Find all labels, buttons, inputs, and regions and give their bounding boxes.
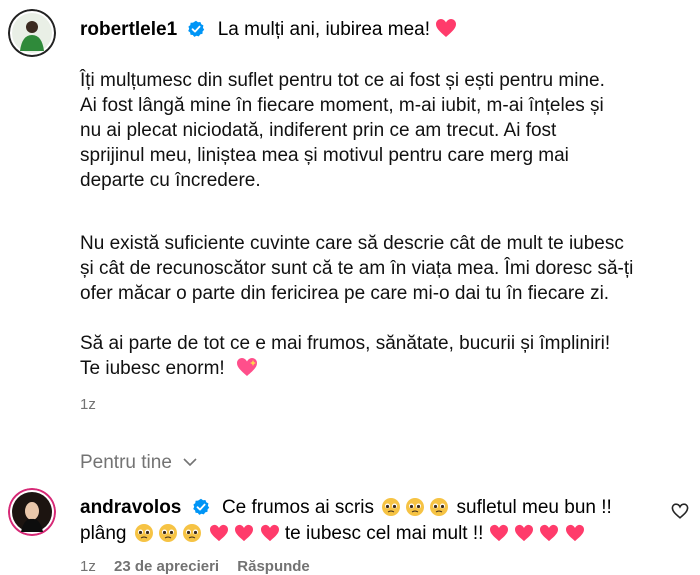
comment-username[interactable]: andravolos [80, 497, 181, 518]
heart-outline-icon[interactable] [671, 503, 689, 524]
post-username[interactable]: robertlele1 [80, 19, 177, 40]
caption-line-last: Te iubesc enorm! [80, 356, 610, 384]
post-timestamp: 1z [80, 396, 96, 413]
pleading-face-icon [381, 497, 401, 524]
caption-paragraph-2: Nu există suficiente cuvinte care să des… [80, 231, 633, 306]
red-heart-icon [234, 524, 254, 549]
comment-meta-row: 1z 23 de aprecieri Răspunde [80, 558, 324, 575]
caption-line: nu ai plecat niciodată, indiferent prin … [80, 120, 557, 141]
comment-likes-count[interactable]: 23 de aprecieri [114, 558, 219, 575]
red-heart-icon [435, 18, 457, 45]
pleading-face-icon [405, 497, 425, 524]
red-heart-icon [260, 524, 280, 549]
red-heart-icon [565, 524, 585, 549]
caption-closing-text: Te iubesc enorm! [80, 358, 225, 379]
caption-paragraph-1: Îți mulțumesc din suflet pentru tot ce a… [80, 68, 605, 193]
comment-text-line-1: andravolos Ce frumos ai scris sufletul m… [80, 495, 612, 524]
comment-text-line-2: plâng te iubesc cel mai mult !! [80, 521, 585, 550]
caption-line: Să ai parte de tot ce e mai frumos, sănă… [80, 333, 611, 354]
comment-author-avatar[interactable] [8, 488, 56, 536]
red-heart-icon [489, 524, 509, 549]
pleading-face-icon [429, 497, 449, 524]
pleading-face-icon [134, 523, 154, 550]
verified-badge-icon [187, 20, 205, 38]
caption-line: și cât de recunoscător sunt că te am în … [80, 258, 634, 279]
caption-line: sprijinul meu, liniștea mea și motivul p… [80, 145, 569, 166]
comment-text-part: Ce frumos ai scris [221, 497, 374, 518]
post-author-avatar[interactable] [8, 9, 56, 57]
caption-line: Nu există suficiente cuvinte care să des… [80, 233, 624, 254]
comment-text-part: te iubesc cel mai mult !! [284, 523, 484, 544]
caption-line: Ai fost lângă mine în fiecare moment, m-… [80, 95, 604, 116]
caption-line: departe cu încredere. [80, 170, 261, 191]
caption-line: Îți mulțumesc din suflet pentru tot ce a… [80, 70, 605, 91]
pleading-face-icon [158, 523, 178, 550]
caption-paragraph-3: Să ai parte de tot ce e mai frumos, sănă… [80, 331, 610, 384]
red-heart-icon [209, 524, 229, 549]
sparkling-heart-icon [236, 357, 258, 384]
comments-sort-label: Pentru tine [80, 452, 172, 473]
comment-text-part: sufletul meu bun !! [456, 497, 612, 518]
pleading-face-icon [182, 523, 202, 550]
caption-line: ofer măcar o parte din fericirea pe care… [80, 283, 610, 304]
comment-text-part: plâng [80, 523, 127, 544]
chevron-down-icon [183, 450, 197, 472]
comments-sort-dropdown[interactable]: Pentru tine [80, 450, 197, 474]
caption-title: La mulți ani, iubirea mea! [217, 19, 430, 40]
comment-timestamp: 1z [80, 558, 96, 575]
reply-button[interactable]: Răspunde [237, 558, 310, 575]
red-heart-icon [539, 524, 559, 549]
red-heart-icon [514, 524, 534, 549]
post-caption-header: robertlele1 La mulți ani, iubirea mea! [80, 17, 457, 45]
verified-badge-icon [192, 498, 210, 516]
